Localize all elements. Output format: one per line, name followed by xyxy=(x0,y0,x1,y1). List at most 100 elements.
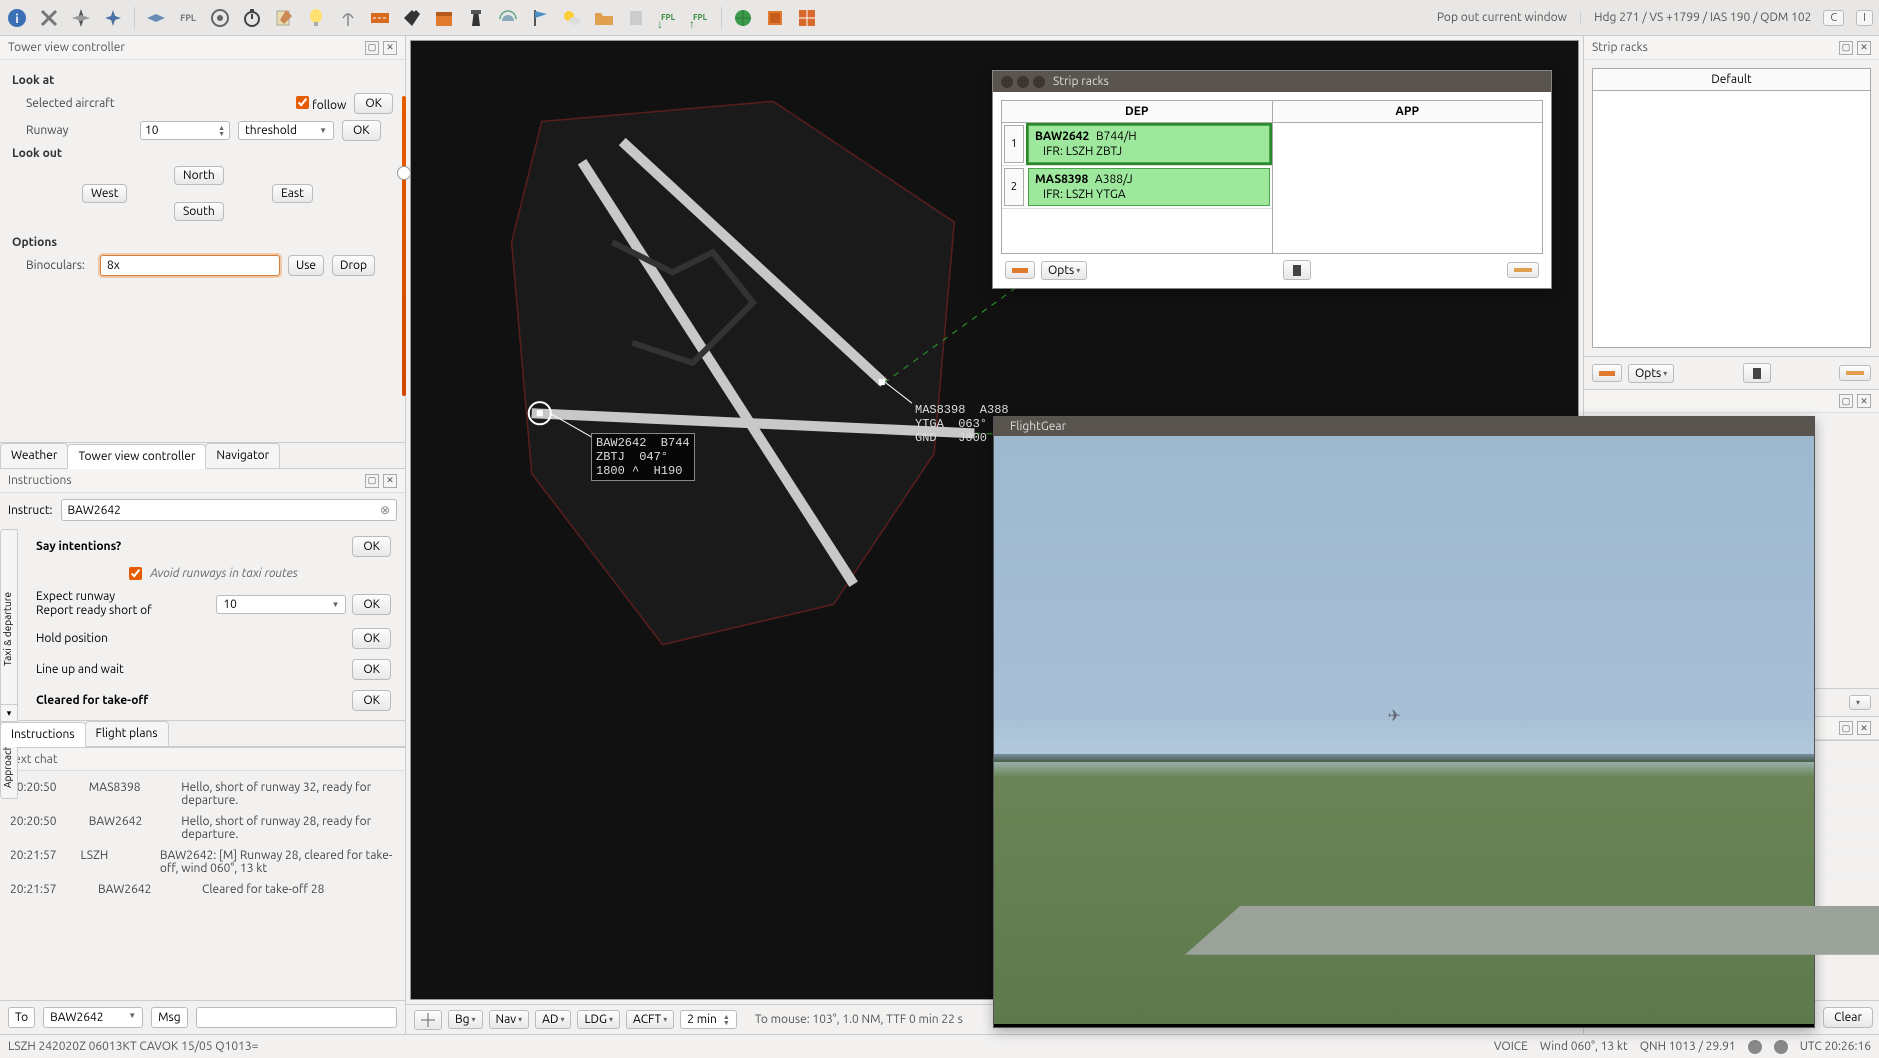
north-button[interactable]: North xyxy=(174,166,224,185)
radar-bg-button[interactable]: Bg▾ xyxy=(448,1010,483,1029)
radar-time-field[interactable]: 2 min▲▼ xyxy=(680,1010,737,1029)
radar-acft-button[interactable]: ACFT▾ xyxy=(626,1010,674,1029)
window-max-icon[interactable] xyxy=(1033,76,1045,88)
flightgear-window[interactable]: FlightGear ✈ xyxy=(993,416,1815,1028)
runway-orange-icon[interactable] xyxy=(369,7,391,29)
tab-tower-view[interactable]: Tower view controller xyxy=(67,444,206,469)
eye-circle-icon[interactable] xyxy=(209,7,231,29)
rack-opts-button[interactable]: Opts▾ xyxy=(1628,364,1674,383)
info-icon[interactable]: i xyxy=(6,7,28,29)
flag-blue-icon[interactable] xyxy=(529,7,551,29)
follow-checkbox-label[interactable]: follow xyxy=(296,96,346,112)
panel-popout-icon[interactable]: ▢ xyxy=(365,41,379,55)
panel-popout-icon[interactable]: ▢ xyxy=(1839,394,1853,408)
hold-position-ok[interactable]: OK xyxy=(352,628,391,649)
selected-ac-ok-button[interactable]: OK xyxy=(354,93,393,114)
side-tab-more-icon[interactable]: ▾ xyxy=(0,704,18,722)
cloud-rotate-icon[interactable] xyxy=(497,7,519,29)
stopwatch-icon[interactable] xyxy=(241,7,263,29)
mode-i-button[interactable]: I xyxy=(1856,10,1873,26)
say-intentions-ok[interactable]: OK xyxy=(352,536,391,557)
panel-close-icon[interactable]: ✕ xyxy=(1857,721,1871,735)
spinner-arrows-icon[interactable]: ▲▼ xyxy=(218,125,225,137)
note-edit-icon[interactable] xyxy=(273,7,295,29)
tab-weather[interactable]: Weather xyxy=(0,443,68,468)
side-tab-taxi-departure[interactable]: Taxi & departure xyxy=(0,529,18,729)
strip-opts-button[interactable]: Opts▾ xyxy=(1041,261,1087,280)
panel-close-icon[interactable]: ✕ xyxy=(1857,41,1871,55)
clear-button[interactable]: Clear xyxy=(1823,1007,1873,1028)
flight-strip[interactable]: BAW2642 B744/HIFR: LSZH ZBTJ xyxy=(1028,125,1270,163)
tools-crossed-icon[interactable] xyxy=(38,7,60,29)
clear-x-icon[interactable]: ⊗ xyxy=(380,503,390,517)
south-button[interactable]: South xyxy=(174,202,224,221)
window-close-icon[interactable] xyxy=(1001,76,1013,88)
radar-nav-button[interactable]: Nav▾ xyxy=(489,1010,530,1029)
binoc-drop-button[interactable]: Drop xyxy=(332,255,375,276)
flight-strip[interactable]: MAS8398 A388/JIFR: LSZH YTGA xyxy=(1028,168,1270,206)
antenna-icon[interactable] xyxy=(337,7,359,29)
vertical-zoom-slider[interactable] xyxy=(402,96,406,396)
rack-bar-icon[interactable] xyxy=(1839,365,1871,381)
sun-cloud-icon[interactable] xyxy=(561,7,583,29)
tab-instructions[interactable]: Instructions xyxy=(0,722,86,747)
binoculars-input[interactable] xyxy=(100,255,280,276)
runway-spinner[interactable]: 10▲▼ xyxy=(140,121,230,140)
cursor-star-icon[interactable] xyxy=(102,7,124,29)
lightbulb-icon[interactable] xyxy=(305,7,327,29)
line-up-wait-ok[interactable]: OK xyxy=(352,659,391,680)
popout-label[interactable]: Pop out current window xyxy=(1437,11,1567,24)
slider-knob[interactable] xyxy=(397,166,411,180)
calendar-orange-icon[interactable] xyxy=(433,7,455,29)
globe-green-icon[interactable] xyxy=(732,7,754,29)
panel-popout-icon[interactable]: ▢ xyxy=(1839,41,1853,55)
layers-orange-icon[interactable] xyxy=(764,7,786,29)
fpl-green1-icon[interactable]: FPL↓ xyxy=(657,7,679,29)
tower-dark-icon[interactable] xyxy=(465,7,487,29)
radar-ad-button[interactable]: AD▾ xyxy=(535,1010,571,1029)
runway-ok-button[interactable]: OK xyxy=(342,120,381,141)
chat-dest-select[interactable]: BAW2642▼ xyxy=(43,1007,143,1028)
folder-icon[interactable] xyxy=(593,7,615,29)
panel-popout-icon[interactable]: ▢ xyxy=(1839,721,1853,735)
window-min-icon[interactable] xyxy=(1017,76,1029,88)
fg-titlebar[interactable]: FlightGear xyxy=(994,417,1814,436)
rack-shelf-icon[interactable] xyxy=(1592,364,1622,382)
grid-orange-icon[interactable] xyxy=(796,7,818,29)
expect-runway-ok[interactable]: OK xyxy=(352,594,391,615)
compass-rose-icon[interactable] xyxy=(70,7,92,29)
aircraft-top-icon[interactable] xyxy=(145,7,167,29)
mode-c-button[interactable]: C xyxy=(1823,10,1844,26)
threshold-select[interactable]: threshold▼ xyxy=(238,121,334,140)
follow-checkbox[interactable] xyxy=(296,96,309,109)
tab-navigator[interactable]: Navigator xyxy=(205,443,280,468)
binoc-use-button[interactable]: Use xyxy=(288,255,324,276)
expect-runway-select[interactable]: 10▼ xyxy=(216,595,346,614)
radar-crosshair-icon[interactable] xyxy=(414,1010,442,1030)
tab-flight-plans[interactable]: Flight plans xyxy=(85,721,169,746)
panel-popout-icon[interactable]: ▢ xyxy=(365,474,379,488)
strip-shelf-icon[interactable] xyxy=(1005,261,1035,279)
radar-label-baw2642[interactable]: BAW2642 B744 ZBTJ 047° 1800 ^ H190 xyxy=(591,433,695,481)
fpl-green2-icon[interactable]: FPL↑ xyxy=(689,7,711,29)
panel-close-icon[interactable]: ✕ xyxy=(1857,394,1871,408)
fpl-text-icon[interactable]: FPL xyxy=(177,7,199,29)
cleared-takeoff-ok[interactable]: OK xyxy=(352,690,391,711)
strips-titlebar[interactable]: Strip racks xyxy=(993,71,1551,92)
rack-delete-icon[interactable] xyxy=(1743,363,1771,383)
panel-close-icon[interactable]: ✕ xyxy=(383,41,397,55)
instruct-target-field[interactable]: BAW2642⊗ xyxy=(61,499,397,521)
strip-bar-icon[interactable] xyxy=(1507,262,1539,278)
avoid-runways-checkbox[interactable] xyxy=(129,567,142,580)
strip-delete-icon[interactable] xyxy=(1283,260,1311,280)
panel-close-icon[interactable]: ✕ xyxy=(383,474,397,488)
fg-3d-view[interactable]: ✈ xyxy=(994,436,1814,1024)
document-grey-icon[interactable] xyxy=(625,7,647,29)
chat-log[interactable]: 20:20:50MAS8398Hello, short of runway 32… xyxy=(0,771,405,1000)
west-button[interactable]: West xyxy=(82,184,127,203)
radar-ldg-button[interactable]: LDG▾ xyxy=(577,1010,620,1029)
right-mid-dd-button[interactable]: ▾ xyxy=(1849,695,1871,710)
plane-silhouette-icon[interactable] xyxy=(401,7,423,29)
east-button[interactable]: East xyxy=(272,184,313,203)
strip-racks-window[interactable]: Strip racks DEP 1 BAW2642 B744/HIFR: LSZ… xyxy=(992,70,1552,289)
